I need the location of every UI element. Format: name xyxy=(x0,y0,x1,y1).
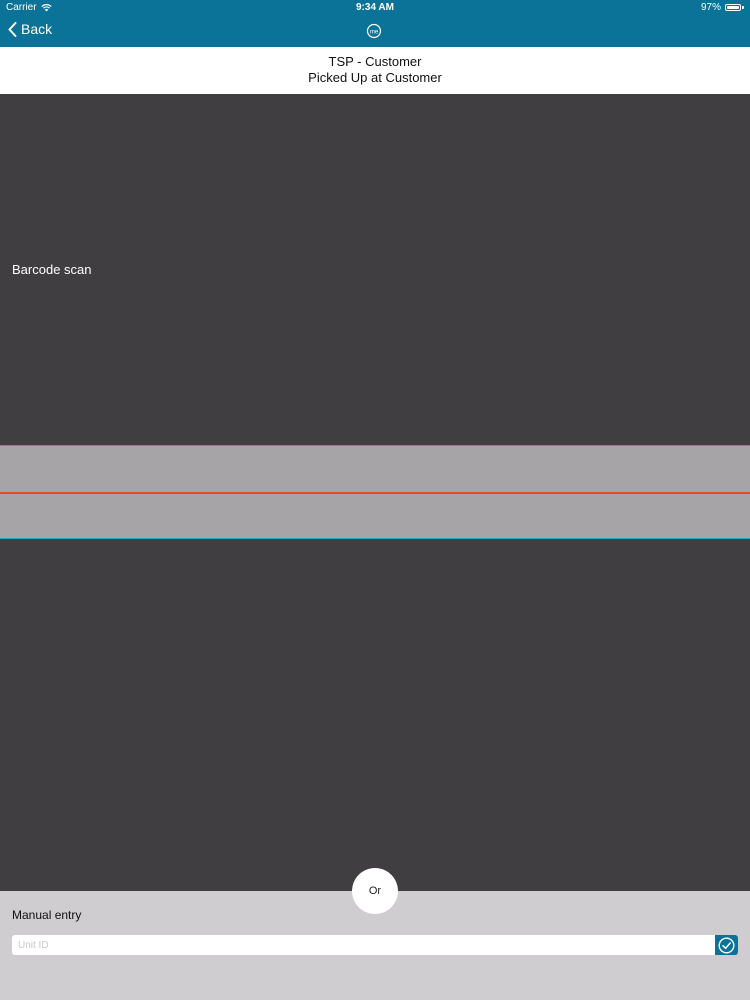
status-time: 9:34 AM xyxy=(356,2,394,13)
battery-percent: 97% xyxy=(700,2,721,13)
page-subtitle: Picked Up at Customer xyxy=(308,70,442,85)
battery-icon xyxy=(725,4,741,11)
or-label: Or xyxy=(368,885,382,897)
confirm-button[interactable] xyxy=(715,935,738,955)
or-divider: Or xyxy=(352,868,398,914)
battery-fill xyxy=(727,6,739,9)
me-logo-icon: me xyxy=(366,23,382,39)
scan-line xyxy=(0,492,750,494)
barcode-scanner-view[interactable]: Barcode scan xyxy=(0,94,750,891)
chevron-left-icon xyxy=(8,21,17,37)
unit-id-input[interactable] xyxy=(12,935,715,955)
status-battery: 97% xyxy=(701,2,744,13)
screen: Carrier 9:34 AM 97% Back me TSP - Custom… xyxy=(0,0,750,1000)
back-label: Back xyxy=(21,21,53,37)
page-title: TSP - Customer xyxy=(328,54,422,69)
svg-text:me: me xyxy=(370,29,379,35)
barcode-scan-label: Barcode scan xyxy=(12,262,92,277)
manual-entry-label: Manual entry xyxy=(12,908,82,922)
scan-window xyxy=(0,445,750,539)
battery-nub xyxy=(742,6,744,9)
back-button[interactable]: Back xyxy=(8,21,52,37)
check-circle-icon xyxy=(718,936,735,954)
title-header: TSP - Customer Picked Up at Customer xyxy=(0,47,750,94)
top-bar: Carrier 9:34 AM 97% Back me xyxy=(0,0,750,47)
